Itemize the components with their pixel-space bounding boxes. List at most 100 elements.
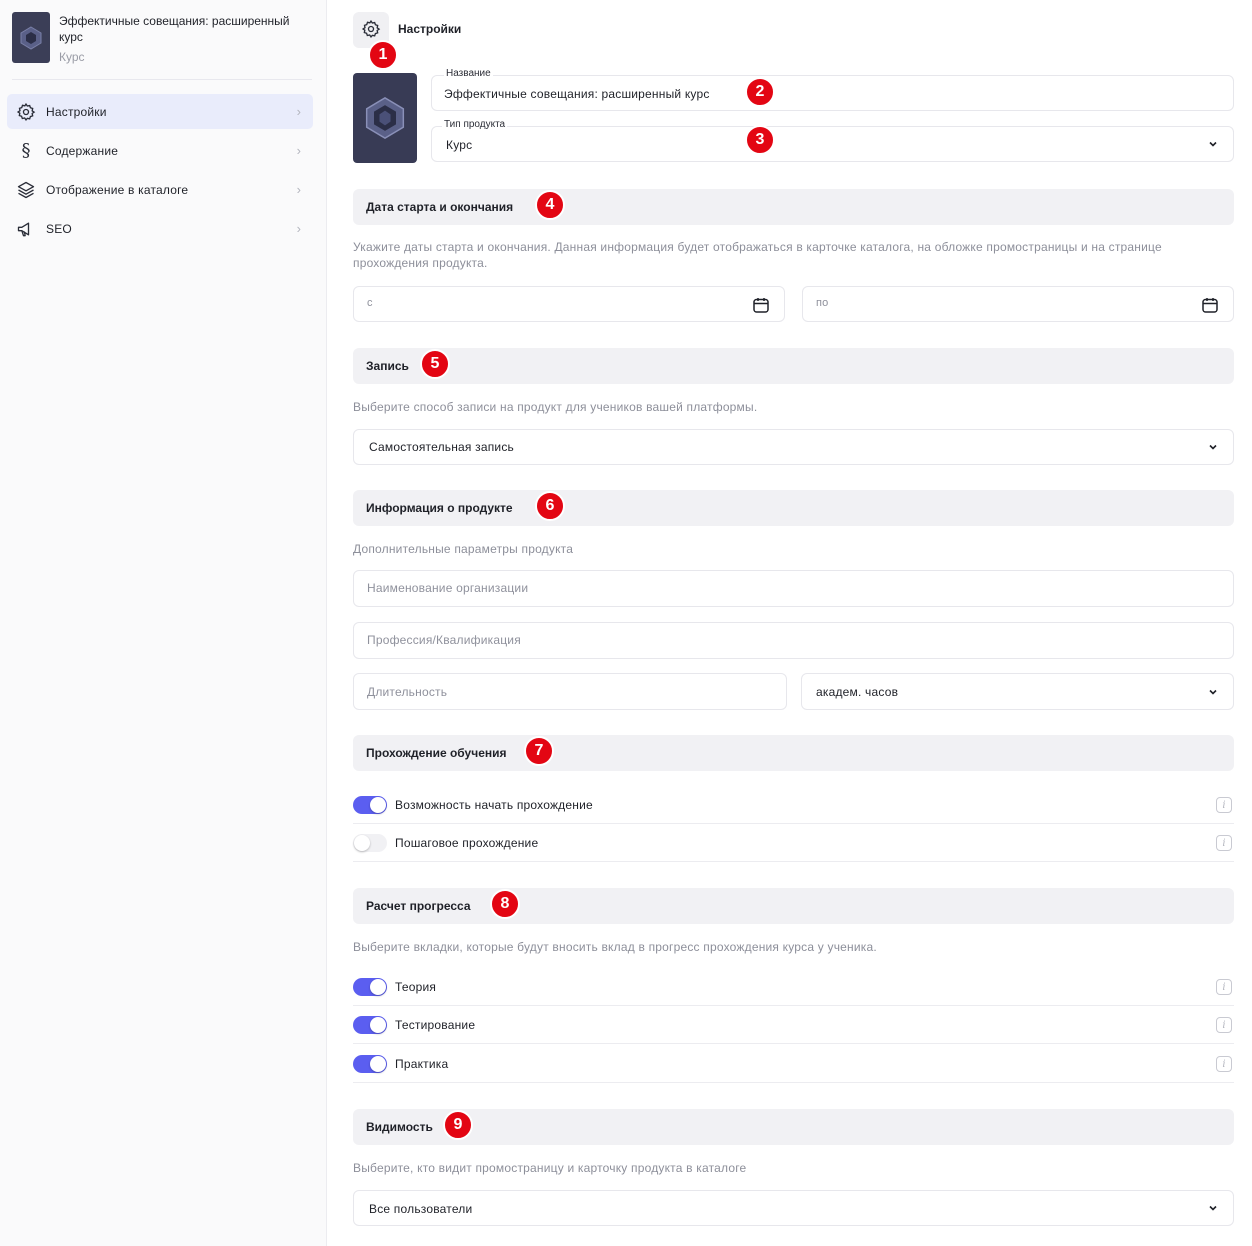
- sidebar-item-label: Содержание: [46, 143, 119, 158]
- product-type-select[interactable]: Тип продукта Курс: [431, 119, 1234, 162]
- chevron-down-icon: [1209, 689, 1217, 695]
- calendar-icon[interactable]: [1201, 296, 1219, 314]
- product-type-value: Курс: [446, 138, 473, 152]
- date-to-input[interactable]: по: [802, 286, 1234, 322]
- chevron-down-icon: [1209, 444, 1217, 450]
- progress-description: Выберите вкладки, которые будут вносить …: [353, 940, 877, 954]
- info-icon[interactable]: i: [1216, 1017, 1232, 1033]
- section-title: Прохождение обучения: [366, 746, 507, 760]
- toggle-switch[interactable]: [353, 1055, 387, 1073]
- course-type: Курс: [59, 50, 85, 64]
- toggle-label: Теория: [395, 980, 437, 994]
- product-type-label: Тип продукта: [442, 119, 508, 130]
- section-product-info-header: Информация о продукте: [353, 490, 1234, 526]
- chevron-down-icon: [1209, 141, 1217, 147]
- divider: [12, 79, 312, 80]
- profession-input[interactable]: Профессия/Квалификация: [353, 622, 1234, 659]
- annotation-badge: 9: [443, 1110, 473, 1140]
- duration-unit-value: академ. часов: [816, 685, 899, 699]
- toggle-switch[interactable]: [353, 834, 387, 852]
- duration-input[interactable]: Длительность: [353, 673, 787, 710]
- toggle-row-start-learning: Возможность начать прохождение i: [353, 786, 1234, 824]
- chevron-right-icon: ›: [296, 143, 301, 158]
- sidebar-item-content[interactable]: § Содержание ›: [7, 133, 313, 168]
- toggle-row-testing: Тестирование i: [353, 1006, 1234, 1044]
- annotation-badge: 4: [535, 190, 565, 220]
- megaphone-icon: [15, 218, 37, 240]
- section-title: Видимость: [366, 1120, 433, 1134]
- section-icon: §: [21, 140, 31, 161]
- sidebar-item-seo[interactable]: SEO ›: [7, 211, 313, 246]
- visibility-selected: Все пользователи: [369, 1202, 473, 1216]
- toggle-knob: [370, 797, 386, 813]
- section-title: Дата старта и окончания: [366, 200, 514, 214]
- info-icon[interactable]: i: [1216, 979, 1232, 995]
- layers-icon: [15, 179, 37, 201]
- toggle-knob: [354, 835, 370, 851]
- calendar-icon[interactable]: [752, 296, 770, 314]
- sidebar-item-label: Настройки: [46, 104, 107, 119]
- toggle-knob: [370, 1056, 386, 1072]
- duration-unit-select[interactable]: академ. часов: [801, 673, 1234, 710]
- product-info-description: Дополнительные параметры продукта: [353, 542, 574, 556]
- date-to-placeholder: по: [816, 297, 829, 309]
- section-enrollment-header: Запись: [353, 348, 1234, 384]
- section-dates-header: Дата старта и окончания: [353, 189, 1234, 225]
- course-cover-image[interactable]: [353, 73, 417, 163]
- toggle-label: Возможность начать прохождение: [395, 798, 593, 812]
- organization-input[interactable]: Наименование организации: [353, 570, 1234, 607]
- annotation-badge: 5: [420, 349, 450, 379]
- enrollment-select[interactable]: Самостоятельная запись: [353, 429, 1234, 465]
- sidebar-item-settings[interactable]: Настройки ›: [7, 94, 313, 129]
- profession-placeholder: Профессия/Квалификация: [367, 633, 521, 647]
- sidebar-item-label: SEO: [46, 221, 72, 236]
- duration-placeholder: Длительность: [367, 685, 448, 699]
- section-title: Информация о продукте: [366, 501, 513, 515]
- section-title: Запись: [366, 359, 409, 373]
- course-header: Эффектичные совещания: расширенный курс …: [12, 12, 312, 78]
- name-field[interactable]: Название Эффектичные совещания: расширен…: [431, 68, 1234, 111]
- toggle-label: Пошаговое прохождение: [395, 836, 539, 850]
- info-icon[interactable]: i: [1216, 797, 1232, 813]
- sidebar: Эффектичные совещания: расширенный курс …: [0, 0, 327, 1246]
- toggle-row-theory: Теория i: [353, 968, 1234, 1006]
- date-from-input[interactable]: с: [353, 286, 785, 322]
- date-from-placeholder: с: [367, 297, 373, 309]
- info-icon[interactable]: i: [1216, 835, 1232, 851]
- section-progress-header: Расчет прогресса: [353, 888, 1234, 924]
- gear-icon: [15, 101, 37, 123]
- organization-placeholder: Наименование организации: [367, 581, 529, 595]
- toggle-row-step-by-step: Пошаговое прохождение i: [353, 824, 1234, 862]
- toggle-switch[interactable]: [353, 978, 387, 996]
- annotation-badge: 2: [745, 77, 775, 107]
- toggle-switch[interactable]: [353, 796, 387, 814]
- sidebar-item-catalog-display[interactable]: Отображение в каталоге ›: [7, 172, 313, 207]
- chevron-right-icon: ›: [296, 182, 301, 197]
- dates-description: Укажите даты старта и окончания. Данная …: [353, 240, 1162, 270]
- toggle-knob: [370, 1017, 386, 1033]
- annotation-badge: 7: [524, 736, 554, 766]
- sidebar-item-label: Отображение в каталоге: [46, 182, 189, 197]
- info-icon[interactable]: i: [1216, 1056, 1232, 1072]
- section-learning-header: Прохождение обучения: [353, 735, 1234, 771]
- toggle-label: Тестирование: [395, 1018, 476, 1032]
- section-title: Расчет прогресса: [366, 899, 471, 913]
- name-value: Эффектичные совещания: расширенный курс: [444, 87, 710, 101]
- annotation-badge: 8: [490, 889, 520, 919]
- visibility-description: Выберите, кто видит промостраницу и карт…: [353, 1161, 747, 1175]
- enrollment-description: Выберите способ записи на продукт для уч…: [353, 400, 758, 414]
- sidebar-nav: Настройки › § Содержание › Отображение в…: [7, 94, 313, 250]
- toggle-switch[interactable]: [353, 1016, 387, 1034]
- visibility-select[interactable]: Все пользователи: [353, 1190, 1234, 1226]
- annotation-badge: 1: [368, 40, 398, 70]
- gear-icon: [361, 19, 381, 42]
- section-visibility-header: Видимость: [353, 1109, 1234, 1145]
- toggle-knob: [370, 979, 386, 995]
- page-title: Настройки: [398, 22, 462, 36]
- chevron-right-icon: ›: [296, 104, 301, 119]
- annotation-badge: 3: [745, 125, 775, 155]
- chevron-right-icon: ›: [296, 221, 301, 236]
- chevron-down-icon: [1209, 1205, 1217, 1211]
- enrollment-selected: Самостоятельная запись: [369, 440, 514, 454]
- name-label: Название: [444, 68, 493, 79]
